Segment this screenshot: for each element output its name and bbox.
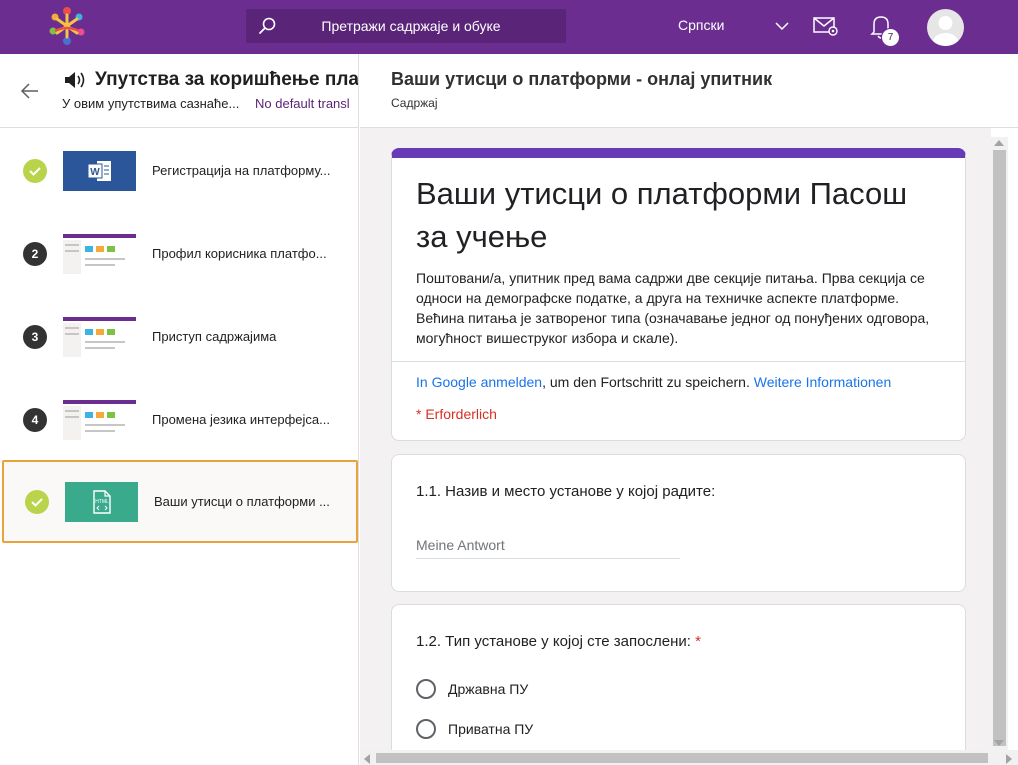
user-icon — [932, 16, 959, 46]
question-label: 1.2. Тип установе у којој сте запослени:… — [416, 633, 701, 650]
chevron-down-icon[interactable] — [774, 18, 790, 34]
step-number: 3 — [23, 325, 47, 349]
completed-check-icon — [23, 159, 47, 183]
scroll-down-arrow-icon[interactable] — [994, 740, 1004, 746]
lesson-item-label: Профил корисника платфо... — [152, 246, 327, 261]
lesson-item[interactable]: 2 Профил корисника платфо... — [0, 212, 358, 295]
lesson-item-label: Приступ садржајима — [152, 329, 277, 344]
mail-settings-icon[interactable] — [812, 14, 838, 38]
question-card: 1.2. Тип установе у којој сте запослени:… — [391, 604, 966, 750]
screenshot-thumb — [63, 400, 136, 440]
lesson-title: Упутства за коришћење пла — [95, 69, 358, 90]
lesson-item-label: Ваши утисци о платформи ... — [154, 494, 330, 509]
radio-button[interactable] — [416, 719, 436, 739]
lesson-subtitle: У овим упутствима сазнаће... — [62, 96, 240, 111]
step-number: 4 — [23, 408, 47, 432]
divider — [392, 361, 965, 362]
embedded-form: Ваши утисци о платформи Пасош за учење П… — [360, 128, 991, 750]
more-info-link[interactable]: Weitere Informationen — [754, 374, 891, 390]
speaker-icon[interactable] — [63, 70, 87, 90]
lesson-item-active[interactable]: HTML Ваши утисци о платформи ... — [2, 460, 358, 543]
lesson-header: Упутства за коришћење пла У овим упутств… — [0, 54, 358, 128]
completed-check-icon — [25, 490, 49, 514]
step-number: 2 — [23, 242, 47, 266]
lesson-item[interactable]: W Регистрација на платформу... — [0, 129, 358, 212]
signin-link[interactable]: In Google anmelden — [416, 374, 542, 390]
scroll-left-arrow-icon[interactable] — [364, 754, 370, 764]
answer-input[interactable]: Meine Antwort — [416, 537, 505, 553]
top-bar: Претражи садржаје и обуке Српски 7 — [0, 0, 1018, 54]
lesson-item[interactable]: 3 Приступ садржајима — [0, 295, 358, 378]
radio-label[interactable]: Државна ПУ — [448, 681, 528, 697]
scroll-up-arrow-icon[interactable] — [994, 140, 1004, 146]
radio-button[interactable] — [416, 679, 436, 699]
signin-notice: In Google anmelden, um den Fortschritt z… — [416, 374, 891, 390]
content-header: Ваши утисци о платформи - онлај упитник … — [360, 54, 1018, 128]
scroll-right-arrow-icon[interactable] — [1006, 754, 1012, 764]
radio-label[interactable]: Приватна ПУ — [448, 721, 533, 737]
question-card: 1.1. Назив и место установе у којој ради… — [391, 454, 966, 592]
screenshot-thumb — [63, 317, 136, 357]
signin-text: , um den Fortschritt zu speichern. — [542, 374, 750, 390]
required-note: * Erforderlich — [416, 406, 497, 422]
html-embed-icon: HTML — [65, 482, 138, 522]
input-underline — [416, 558, 680, 559]
lesson-item-label: Промена језика интерфејса... — [152, 412, 330, 427]
search-placeholder[interactable]: Претражи садржаје и обуке — [246, 18, 566, 34]
word-doc-icon: W — [63, 151, 136, 191]
lesson-item[interactable]: 4 Промена језика интерфејса... — [0, 378, 358, 461]
required-star: * — [695, 633, 701, 650]
logo-icon[interactable] — [44, 3, 90, 49]
vertical-scroll-thumb[interactable] — [993, 150, 1006, 746]
notification-badge: 7 — [881, 28, 900, 47]
question-label: 1.1. Назив и место установе у којој ради… — [416, 483, 716, 500]
avatar[interactable] — [927, 9, 964, 46]
translation-note[interactable]: No default transl — [255, 96, 350, 111]
svg-text:HTML: HTML — [95, 499, 109, 505]
form-description: Поштовани/а, упитник пред вама садржи дв… — [416, 270, 930, 346]
lesson-list-panel: Упутства за коришћење пла У овим упутств… — [0, 54, 359, 765]
language-selector[interactable]: Српски — [678, 17, 724, 33]
back-arrow-icon[interactable] — [20, 82, 40, 100]
lesson-item-label: Регистрација на платформу... — [152, 163, 331, 178]
svg-text:W: W — [90, 167, 100, 178]
form-header-card: Ваши утисци о платформи Пасош за учење П… — [391, 148, 966, 441]
question-text: 1.2. Тип установе у којој сте запослени: — [416, 633, 696, 650]
content-type-label: Садржај — [391, 96, 438, 110]
search-bar[interactable]: Претражи садржаје и обуке — [246, 9, 566, 43]
form-title: Ваши утисци о платформи Пасош за учење — [416, 176, 908, 254]
screenshot-thumb — [63, 234, 136, 274]
content-title: Ваши утисци о платформи - онлај упитник — [391, 69, 773, 89]
horizontal-scroll-thumb[interactable] — [376, 753, 988, 763]
